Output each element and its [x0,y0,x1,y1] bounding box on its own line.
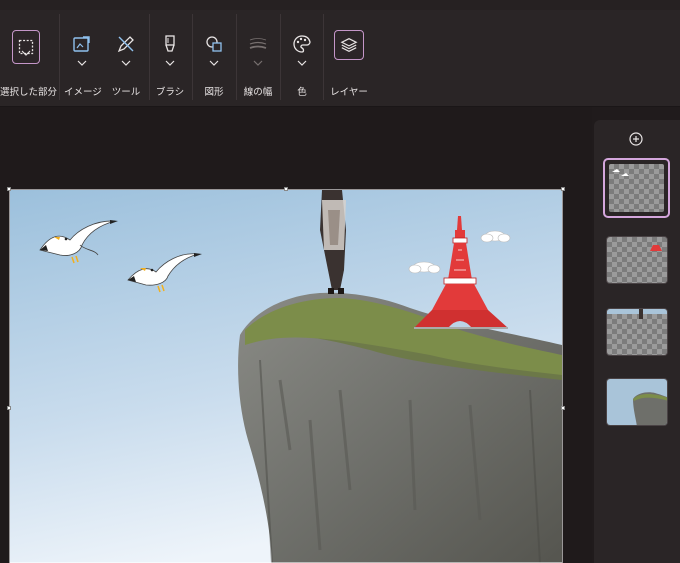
chevron-down-icon[interactable] [77,60,87,66]
layers-label: レイヤー [330,87,368,98]
brush-icon[interactable] [156,30,184,58]
layers-icon[interactable] [334,30,364,60]
chevron-down-icon[interactable] [253,60,263,66]
chevron-down-icon[interactable] [121,60,131,66]
selection-group[interactable]: 選択した部分 [0,10,58,106]
ribbon-toolbar: 選択した部分 イメージ ツール ブラシ 図形 線の幅 色 レイヤー [0,10,680,106]
brush-label: ブラシ [155,87,185,98]
resize-handle[interactable] [7,406,11,410]
layer-thumb-person[interactable] [606,308,668,356]
image-canvas[interactable] [10,190,562,563]
add-circle-icon[interactable] [629,132,643,146]
divider [192,14,193,100]
layer-thumb-tower[interactable] [606,236,668,284]
image-group[interactable]: イメージ [64,10,102,106]
add-layer-button[interactable] [623,126,649,152]
shapes-icon[interactable] [200,30,228,58]
divider [149,14,150,100]
resize-handle[interactable] [561,187,565,191]
chevron-down-icon[interactable] [297,60,307,66]
divider [323,14,324,100]
divider [59,14,60,100]
line-width-group[interactable]: 線の幅 [239,10,277,106]
layers-group[interactable]: レイヤー [328,10,370,106]
color-label: 色 [297,87,307,98]
pencil-tools-icon[interactable] [112,30,140,58]
brush-group[interactable]: ブラシ [152,10,188,106]
canvas-photo [10,190,562,563]
resize-handle[interactable] [561,406,565,410]
layer-thumb-background[interactable] [606,378,668,426]
tools-label: ツール [111,87,141,98]
layers-panel [594,120,680,563]
palette-icon[interactable] [288,30,316,58]
color-group[interactable]: 色 [284,10,320,106]
resize-handle[interactable] [7,187,11,191]
tools-group[interactable]: ツール [108,10,144,106]
divider [280,14,281,100]
shapes-group[interactable]: 図形 [196,10,232,106]
image-resize-icon[interactable] [68,30,96,58]
selection-label: 選択した部分 [0,87,58,98]
shapes-label: 図形 [204,87,224,98]
dashed-selection-icon[interactable] [12,30,40,64]
title-strip [0,0,680,10]
resize-handle[interactable] [284,187,288,191]
chevron-down-icon[interactable] [165,60,175,66]
chevron-down-icon[interactable] [21,50,31,56]
line-width-label: 線の幅 [243,87,273,98]
chevron-down-icon[interactable] [209,60,219,66]
divider [236,14,237,100]
line-width-icon[interactable] [244,30,272,58]
layer-thumb-birds[interactable] [603,158,670,218]
image-label: イメージ [64,87,102,98]
